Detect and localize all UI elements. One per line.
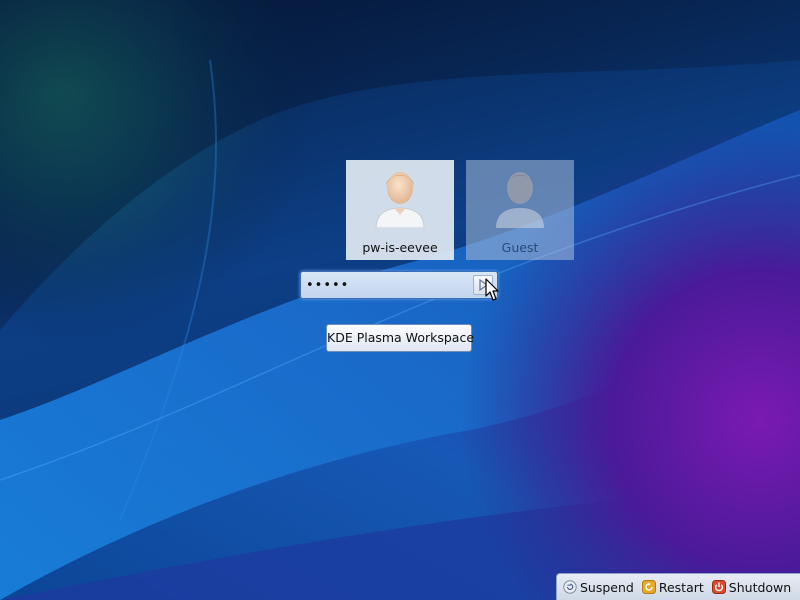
power-actions-bar: Suspend Restart Shutdown [556,573,800,600]
password-field-container [300,271,498,299]
session-select-button[interactable]: KDE Plasma Workspace [326,324,474,352]
user-tile-guest[interactable]: Guest [466,160,574,260]
shutdown-icon [711,580,726,594]
restart-button[interactable]: Restart [641,579,704,595]
user-avatar-icon [496,172,544,228]
suspend-icon [563,580,577,594]
suspend-button[interactable]: Suspend [563,580,634,595]
login-screen: pw-is-eevee Guest KDE Plasma Workspace [0,0,800,600]
restart-label: Restart [658,579,704,595]
user-name-label: pw-is-eevee [362,240,438,255]
shutdown-label: Shutdown [728,579,792,595]
suspend-label: Suspend [580,579,634,595]
user-tile-pw-is-eevee[interactable]: pw-is-eevee [346,160,454,260]
desktop-wallpaper [0,0,800,600]
user-avatar-icon [375,172,425,228]
restart-icon [641,580,656,594]
password-input[interactable] [304,275,474,295]
shutdown-button[interactable]: Shutdown [711,579,792,595]
user-name-label: Guest [501,240,539,255]
mouse-pointer-icon [485,278,499,301]
